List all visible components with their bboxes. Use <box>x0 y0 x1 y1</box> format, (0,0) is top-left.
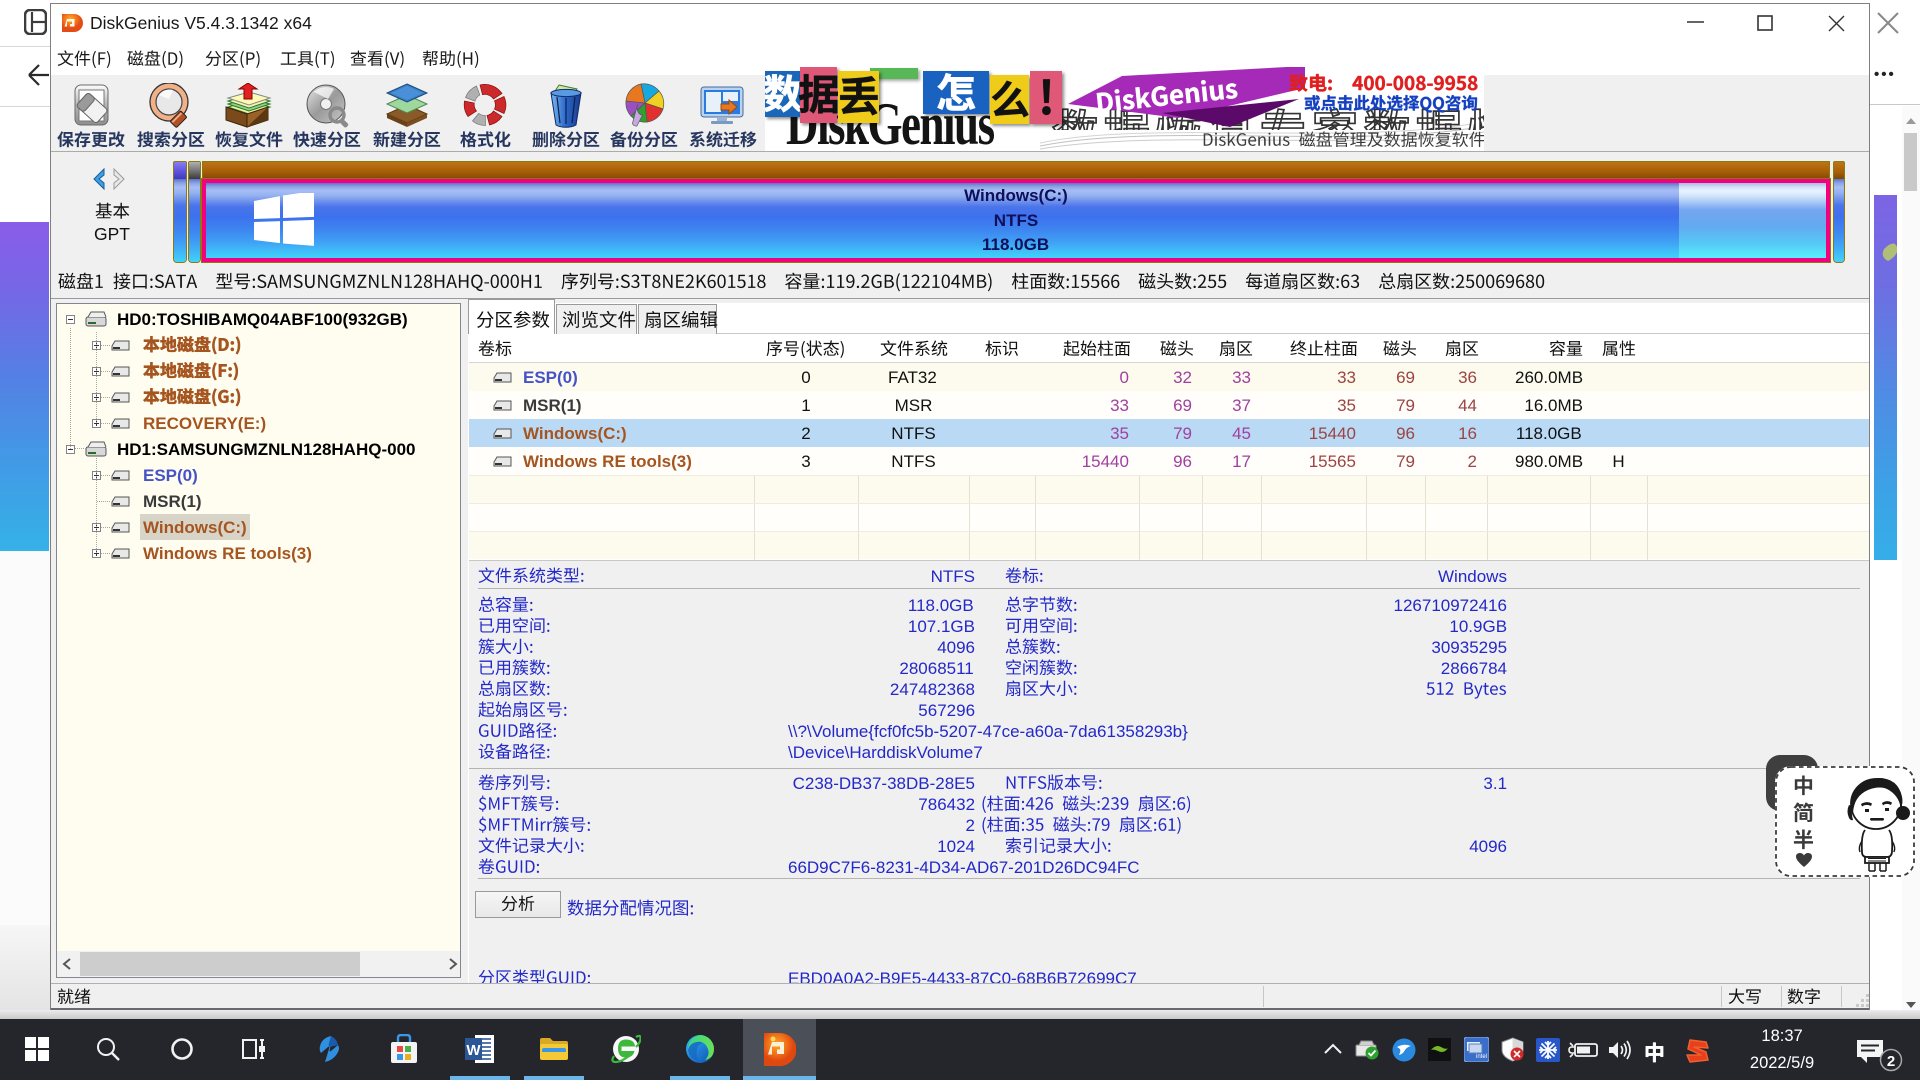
svg-text:intel: intel <box>1476 1054 1487 1060</box>
svg-text:W: W <box>466 1042 481 1059</box>
svg-text:2: 2 <box>1887 1053 1895 1070</box>
